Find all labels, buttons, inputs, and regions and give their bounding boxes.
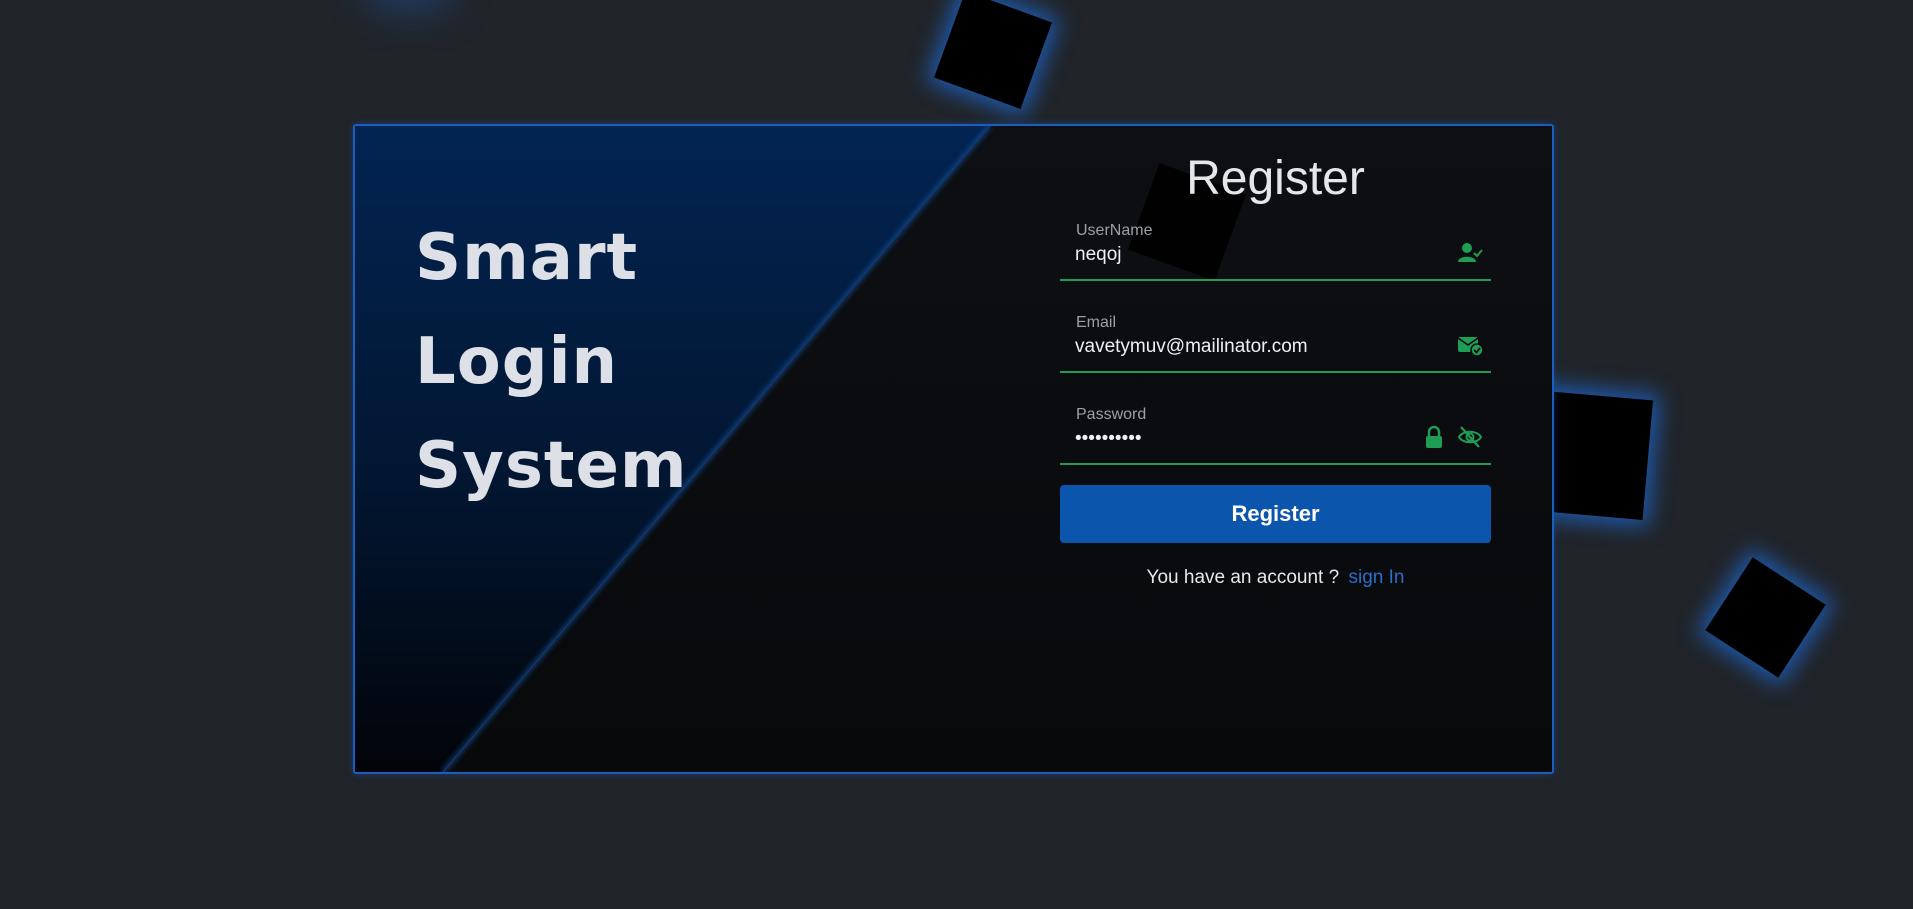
- password-field: Password: [1060, 400, 1491, 465]
- eye-slash-icon[interactable]: [1457, 424, 1483, 450]
- floating-cube: [934, 0, 1052, 109]
- password-input[interactable]: [1075, 428, 1435, 450]
- lock-icon: [1421, 424, 1447, 450]
- brand-line: System: [415, 429, 688, 503]
- envelope-check-icon: [1457, 332, 1483, 358]
- email-input[interactable]: [1075, 336, 1435, 358]
- user-check-icon: [1457, 240, 1483, 266]
- brand-title: Smart Login System: [415, 206, 688, 518]
- username-field: UserName: [1060, 216, 1491, 281]
- page: Smart Login System Register UserName neq…: [0, 0, 1913, 909]
- password-icons: [1421, 424, 1483, 450]
- username-input[interactable]: [1075, 244, 1435, 266]
- floating-cube: [1705, 557, 1826, 678]
- email-label: Email: [1076, 314, 1117, 331]
- username-icons: [1457, 240, 1483, 266]
- register-card: Smart Login System Register UserName neq…: [353, 124, 1554, 774]
- signin-prompt: You have an account ? sign In: [1060, 567, 1491, 589]
- brand-line: Login: [415, 325, 619, 399]
- register-button[interactable]: Register: [1060, 485, 1491, 543]
- email-field: Email: [1060, 308, 1491, 373]
- signin-text: You have an account ?: [1146, 567, 1340, 588]
- email-icons: [1457, 332, 1483, 358]
- form-title: Register: [1186, 152, 1365, 205]
- register-form: Register UserName Email: [1060, 126, 1491, 589]
- brand-line: Smart: [415, 221, 639, 295]
- password-label: Password: [1076, 406, 1147, 423]
- signin-link[interactable]: sign In: [1348, 567, 1404, 588]
- username-label: UserName: [1076, 222, 1153, 239]
